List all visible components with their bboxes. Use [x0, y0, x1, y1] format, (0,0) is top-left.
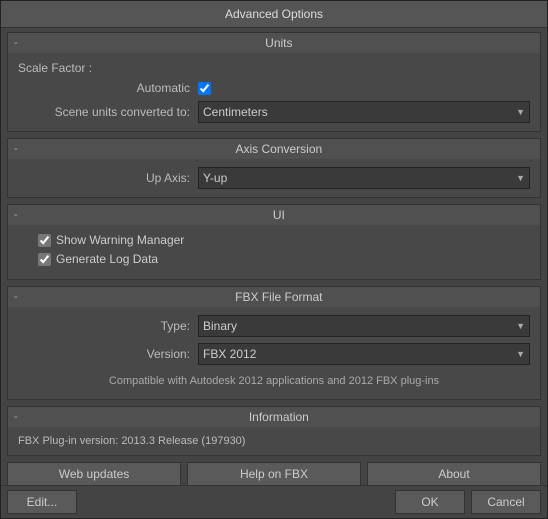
info-section-body: FBX Plug-in version: 2013.3 Release (197… — [8, 427, 540, 455]
ui-section-title: UI — [24, 208, 534, 222]
ok-button[interactable]: OK — [395, 490, 465, 514]
info-buttons-row: Web updates Help on FBX About — [7, 462, 541, 485]
type-select[interactable]: Binary ASCII — [198, 315, 530, 337]
axis-section-title: Axis Conversion — [24, 142, 534, 156]
generate-log-label: Generate Log Data — [56, 252, 158, 266]
up-axis-row: Up Axis: Y-up Z-up — [18, 167, 530, 189]
automatic-checkbox[interactable] — [198, 82, 211, 95]
generate-log-row: Generate Log Data — [18, 252, 530, 266]
automatic-label: Automatic — [18, 81, 198, 95]
ui-section-body: Show Warning Manager Generate Log Data — [8, 225, 540, 279]
units-section-body: Scale Factor : Automatic Scene units con… — [8, 53, 540, 131]
fbx-section-header: - FBX File Format — [8, 287, 540, 307]
type-row: Type: Binary ASCII — [18, 315, 530, 337]
axis-section-header: - Axis Conversion — [8, 139, 540, 159]
scene-units-select[interactable]: Centimeters Meters Kilometers Inches Fee… — [198, 101, 530, 123]
scale-factor-label: Scale Factor : — [18, 61, 530, 75]
fbx-section-body: Type: Binary ASCII Version: FBX 2012 FBX… — [8, 307, 540, 399]
up-axis-wrapper: Y-up Z-up — [198, 167, 530, 189]
advanced-options-dialog: Advanced Options - Units Scale Factor : … — [0, 0, 548, 519]
plugin-version-text: FBX Plug-in version: 2013.3 Release (197… — [18, 435, 530, 447]
ok-cancel-group: OK Cancel — [395, 490, 541, 514]
info-collapse-icon[interactable]: - — [14, 411, 18, 423]
type-wrapper: Binary ASCII — [198, 315, 530, 337]
fbx-section-title: FBX File Format — [24, 290, 534, 304]
fbx-collapse-icon[interactable]: - — [14, 291, 18, 303]
ui-collapse-icon[interactable]: - — [14, 209, 18, 221]
help-on-fbx-button[interactable]: Help on FBX — [187, 462, 361, 485]
scene-units-wrapper: Centimeters Meters Kilometers Inches Fee… — [198, 101, 530, 123]
units-section-header: - Units — [8, 33, 540, 53]
ui-section: - UI Show Warning Manager Generate Log D… — [7, 204, 541, 280]
type-label: Type: — [18, 319, 198, 333]
units-section: - Units Scale Factor : Automatic Scene u… — [7, 32, 541, 132]
automatic-row: Automatic — [18, 81, 530, 95]
about-button[interactable]: About — [367, 462, 541, 485]
show-warning-row: Show Warning Manager — [18, 233, 530, 247]
version-row: Version: FBX 2012 FBX 2011 FBX 2010 FBX … — [18, 343, 530, 365]
units-section-title: Units — [24, 36, 534, 50]
axis-conversion-section: - Axis Conversion Up Axis: Y-up Z-up — [7, 138, 541, 198]
compat-text: Compatible with Autodesk 2012 applicatio… — [18, 371, 530, 391]
scene-units-label: Scene units converted to: — [18, 105, 198, 119]
info-section-header: - Information — [8, 407, 540, 427]
version-wrapper: FBX 2012 FBX 2011 FBX 2010 FBX 2009 — [198, 343, 530, 365]
dialog-content: - Units Scale Factor : Automatic Scene u… — [1, 28, 547, 485]
axis-collapse-icon[interactable]: - — [14, 143, 18, 155]
version-label: Version: — [18, 347, 198, 361]
up-axis-label: Up Axis: — [18, 171, 198, 185]
information-section: - Information FBX Plug-in version: 2013.… — [7, 406, 541, 456]
cancel-button[interactable]: Cancel — [471, 490, 541, 514]
fbx-file-format-section: - FBX File Format Type: Binary ASCII Ver… — [7, 286, 541, 400]
up-axis-select[interactable]: Y-up Z-up — [198, 167, 530, 189]
edit-button[interactable]: Edit... — [7, 490, 77, 514]
dialog-title: Advanced Options — [1, 1, 547, 28]
web-updates-button[interactable]: Web updates — [7, 462, 181, 485]
version-select[interactable]: FBX 2012 FBX 2011 FBX 2010 FBX 2009 — [198, 343, 530, 365]
ui-section-header: - UI — [8, 205, 540, 225]
axis-section-body: Up Axis: Y-up Z-up — [8, 159, 540, 197]
info-section-title: Information — [24, 410, 534, 424]
scene-units-row: Scene units converted to: Centimeters Me… — [18, 101, 530, 123]
units-collapse-icon[interactable]: - — [14, 37, 18, 49]
show-warning-label: Show Warning Manager — [56, 233, 184, 247]
generate-log-checkbox[interactable] — [38, 253, 51, 266]
bottom-bar: Edit... OK Cancel — [1, 485, 547, 518]
show-warning-checkbox[interactable] — [38, 234, 51, 247]
